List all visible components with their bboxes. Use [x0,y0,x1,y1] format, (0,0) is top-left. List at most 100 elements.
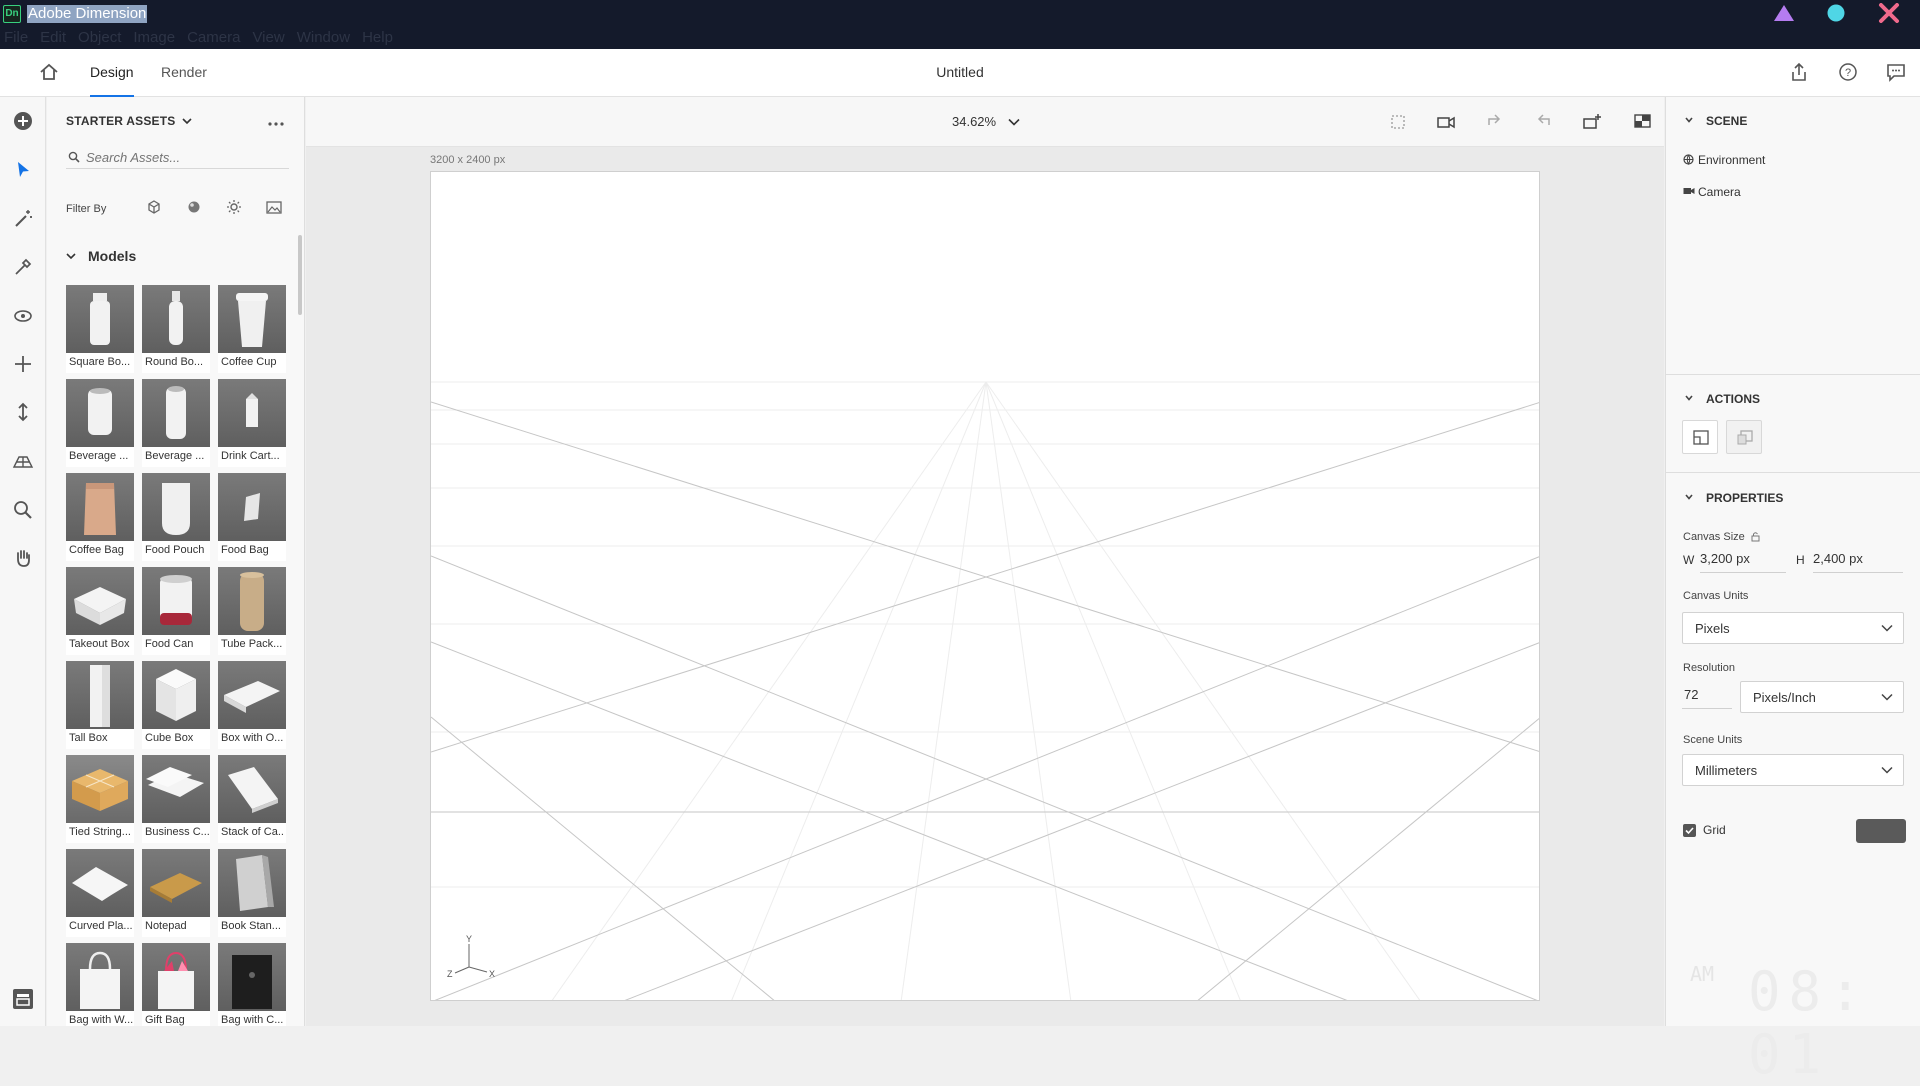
asset-beverage-can-tall[interactable]: Beverage ... [142,379,210,467]
share-icon[interactable] [1788,61,1810,83]
grid-color-swatch[interactable] [1856,819,1906,843]
menu-object[interactable]: Object [78,30,121,46]
render-preview-mode-icon[interactable] [1632,111,1654,133]
resolution-unit-dropdown[interactable]: Pixels/Inch [1740,681,1904,713]
ground-grid: Y Z X [431,381,1539,1000]
grid-checkbox[interactable] [1683,824,1696,837]
dolly-tool-icon[interactable] [11,400,35,424]
asset-square-bottle[interactable]: Square Bo... [66,285,134,373]
assets-scrollbar[interactable] [298,235,302,315]
frame-selection-icon[interactable] [1387,111,1409,133]
filter-lights-icon[interactable] [224,197,244,217]
asset-coffee-cup[interactable]: Coffee Cup [218,285,286,373]
add-content-icon[interactable] [11,109,35,133]
chevron-down-icon [1881,693,1893,701]
filter-materials-icon[interactable] [184,197,204,217]
scene-item-camera[interactable]: Camera [1698,185,1741,199]
models-chevron-down-icon[interactable] [66,252,76,260]
render-preview-icon[interactable] [1581,111,1603,133]
3d-canvas[interactable]: Y Z X [430,171,1540,1001]
camera-icon [1683,188,1695,194]
scene-units-dropdown[interactable]: Millimeters [1682,754,1904,786]
asset-bag-with-cord[interactable]: Bag with C... [218,943,286,1026]
width-prefix: W [1683,553,1695,567]
properties-chevron-down-icon[interactable] [1684,492,1694,502]
orbit-tool-icon[interactable] [11,304,35,328]
asset-gift-bag[interactable]: Gift Bag [142,943,210,1026]
asset-takeout-box[interactable]: Takeout Box [66,567,134,655]
asset-box-with-open-lid[interactable]: Box with O... [218,661,286,749]
scene-section: SCENE Environment Camera [1666,97,1920,375]
menu-camera[interactable]: Camera [187,30,240,46]
assets-panel-title[interactable]: STARTER ASSETS [66,114,192,128]
asset-food-bag[interactable]: Food Bag [218,473,286,561]
asset-bag-with-white-handles[interactable]: Bag with W... [66,943,134,1026]
select-tool-icon[interactable] [11,158,35,182]
fit-canvas-icon[interactable] [1682,420,1718,454]
filter-images-icon[interactable] [264,197,284,217]
scene-item-environment[interactable]: Environment [1698,153,1765,167]
scene-chevron-down-icon[interactable] [1684,115,1694,125]
actions-title[interactable]: ACTIONS [1706,392,1760,406]
menu-image[interactable]: Image [133,30,175,46]
menu-window[interactable]: Window [297,30,350,46]
resolution-field[interactable]: 72 [1682,683,1732,709]
filter-models-icon[interactable] [144,197,164,217]
asset-tube-package[interactable]: Tube Pack... [218,567,286,655]
starter-assets-panel: STARTER ASSETS Filter By Models Square B… [47,97,305,1026]
menu-help[interactable]: Help [362,30,393,46]
asset-label: Box with O... [221,732,284,744]
eyedropper-icon[interactable] [11,255,35,279]
zoom-tool-icon[interactable] [11,498,35,522]
asset-stack-of-cards[interactable]: Stack of Ca... [218,755,286,843]
minimize-triangle-icon[interactable] [1772,3,1796,23]
horizon-tool-icon[interactable] [11,449,35,473]
asset-label: Cube Box [145,732,194,744]
menu-file[interactable]: File [4,30,28,46]
close-x-icon[interactable] [1877,3,1901,23]
asset-food-pouch[interactable]: Food Pouch [142,473,210,561]
feedback-icon[interactable] [1885,61,1907,83]
asset-label: Round Bo... [145,356,204,368]
asset-tied-string-box[interactable]: Tied String... [66,755,134,843]
menu-view[interactable]: View [252,30,284,46]
models-section-title[interactable]: Models [88,248,136,264]
more-options-icon[interactable] [267,115,285,126]
asset-drink-carton[interactable]: Drink Cart... [218,379,286,467]
asset-cube-box[interactable]: Cube Box [142,661,210,749]
scene-title[interactable]: SCENE [1706,114,1747,128]
menu-edit[interactable]: Edit [40,30,66,46]
hand-tool-icon[interactable] [11,546,35,570]
properties-title[interactable]: PROPERTIES [1706,491,1783,505]
match-image-icon[interactable] [1726,420,1762,454]
asset-label: Food Pouch [145,544,205,556]
assets-library-icon[interactable] [11,987,35,1011]
actions-chevron-down-icon[interactable] [1684,393,1694,403]
asset-business-cards[interactable]: Business C... [142,755,210,843]
magic-wand-icon[interactable] [11,207,35,231]
undo-camera-icon[interactable] [1484,111,1506,133]
help-icon[interactable]: ? [1837,61,1859,83]
canvas-height-field[interactable]: 2,400 px [1813,551,1903,573]
asset-round-bottle[interactable]: Round Bo... [142,285,210,373]
asset-coffee-bag[interactable]: Coffee Bag [66,473,134,561]
asset-tall-box[interactable]: Tall Box [66,661,134,749]
app-header: Design Render Untitled ? [0,49,1920,97]
asset-notepad[interactable]: Notepad [142,849,210,937]
maximize-circle-icon[interactable] [1824,3,1848,23]
canvas-units-dropdown[interactable]: Pixels [1682,612,1904,644]
camera-bookmark-icon[interactable] [1435,111,1457,133]
asset-label: Square Bo... [69,356,131,368]
move-tool-icon[interactable] [11,352,35,376]
canvas-width-field[interactable]: 3,200 px [1700,551,1786,573]
asset-thumbnail [218,379,286,447]
search-assets-input[interactable] [86,148,282,166]
asset-beverage-can[interactable]: Beverage ... [66,379,134,467]
axis-gizmo: Y Z X [447,934,495,979]
redo-camera-icon[interactable] [1532,111,1554,133]
asset-curved-plane[interactable]: Curved Pla... [66,849,134,937]
asset-book-standing[interactable]: Book Stan... [218,849,286,937]
lock-icon[interactable] [1751,531,1760,542]
zoom-dropdown[interactable]: 34.62% [952,114,1020,129]
asset-food-can[interactable]: Food Can [142,567,210,655]
